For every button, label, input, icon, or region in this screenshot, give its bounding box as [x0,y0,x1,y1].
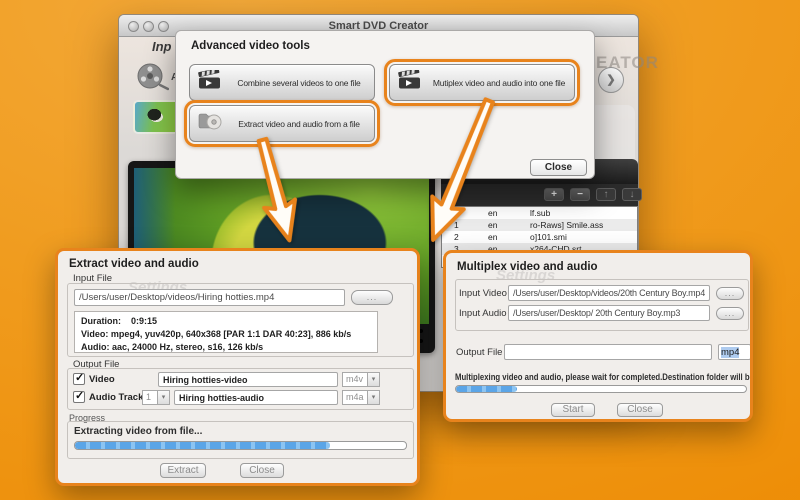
advanced-tools-dialog: Advanced video tools Combine several vid… [175,30,595,179]
move-down-button[interactable]: ↓ [622,188,642,201]
input-file-field[interactable]: /Users/user/Desktop/videos/Hiring hottie… [74,289,345,306]
chevron-right-button[interactable]: ❯ [598,67,624,93]
status-text: Multiplexing video and audio, please wai… [455,372,753,382]
audio-format-select[interactable]: m4a ▾ [342,390,380,405]
video-format-select[interactable]: m4v ▾ [342,372,380,387]
extract-dialog: Settings Extract video and audio Input F… [55,248,420,486]
tab-input[interactable]: Inp [152,39,172,54]
browse-button[interactable]: ... [716,287,744,300]
remove-subtitle-button[interactable]: − [570,188,590,201]
progress-bar [455,385,747,393]
output-file-field[interactable] [504,344,712,360]
video-label: Video [89,374,115,385]
close-button[interactable]: Close [617,403,663,417]
start-button[interactable]: Start [551,403,595,417]
audio-track-label: Audio Track [89,392,143,403]
media-info-box: Duration: 0:9:15 Video: mpeg4, yuv420p, … [74,311,378,353]
output-file-label: Output File [456,347,502,358]
extract-button[interactable]: Extract [160,463,206,478]
move-up-button[interactable]: ↑ [596,188,616,201]
multiplex-dialog: Settings Multiplex video and audio Input… [443,250,753,422]
dialog-title: Multiplex video and audio [457,261,598,273]
dropdown-arrow-icon: ▾ [368,372,380,387]
combine-videos-button[interactable]: Combine several videos to one file [189,64,375,101]
audio-checkbox[interactable] [73,391,85,403]
clapperboard-icon [398,70,422,95]
audio-track-select[interactable]: 1 ▾ [142,390,170,405]
film-reel-icon [135,62,169,97]
status-text: Extracting video from file... [74,426,202,437]
dropdown-arrow-icon: ▾ [158,390,170,405]
dropdown-arrow-icon: ▾ [368,390,380,405]
folder-disc-icon [198,111,222,136]
input-audio-label: Input Audio [459,308,507,319]
table-row[interactable]: 1 en ro-Raws] Smile.ass [442,219,637,231]
close-button[interactable]: Close [530,159,587,176]
audio-name-field[interactable]: Hiring hotties-audio [174,390,338,405]
progress-bar [74,441,407,450]
input-video-field[interactable]: /Users/user/Desktop/videos/20th Century … [508,285,710,301]
clapperboard-icon [198,70,222,95]
desktop-background: Smart DVD Creator Inp EATOR Ad ❯ [0,0,800,500]
browse-button[interactable]: ... [351,290,393,305]
table-row[interactable]: 0 en lf.sub [442,207,637,219]
selected-format-text: mp4 [721,347,739,358]
add-subtitle-button[interactable]: + [544,188,564,201]
input-video-label: Input Video [459,288,507,299]
dialog-title: Extract video and audio [69,258,199,270]
input-audio-field[interactable]: /Users/user/Desktop/ 20th Century Boy.mp… [508,305,710,321]
close-button[interactable]: Close [240,463,284,478]
output-format-field[interactable]: mp4 [718,344,751,360]
video-name-field[interactable]: Hiring hotties-video [158,372,338,387]
table-row[interactable]: 2 en o]101.smi [442,231,637,243]
dialog-title: Advanced video tools [191,40,310,52]
browse-button[interactable]: ... [716,307,744,320]
video-checkbox[interactable] [73,373,85,385]
